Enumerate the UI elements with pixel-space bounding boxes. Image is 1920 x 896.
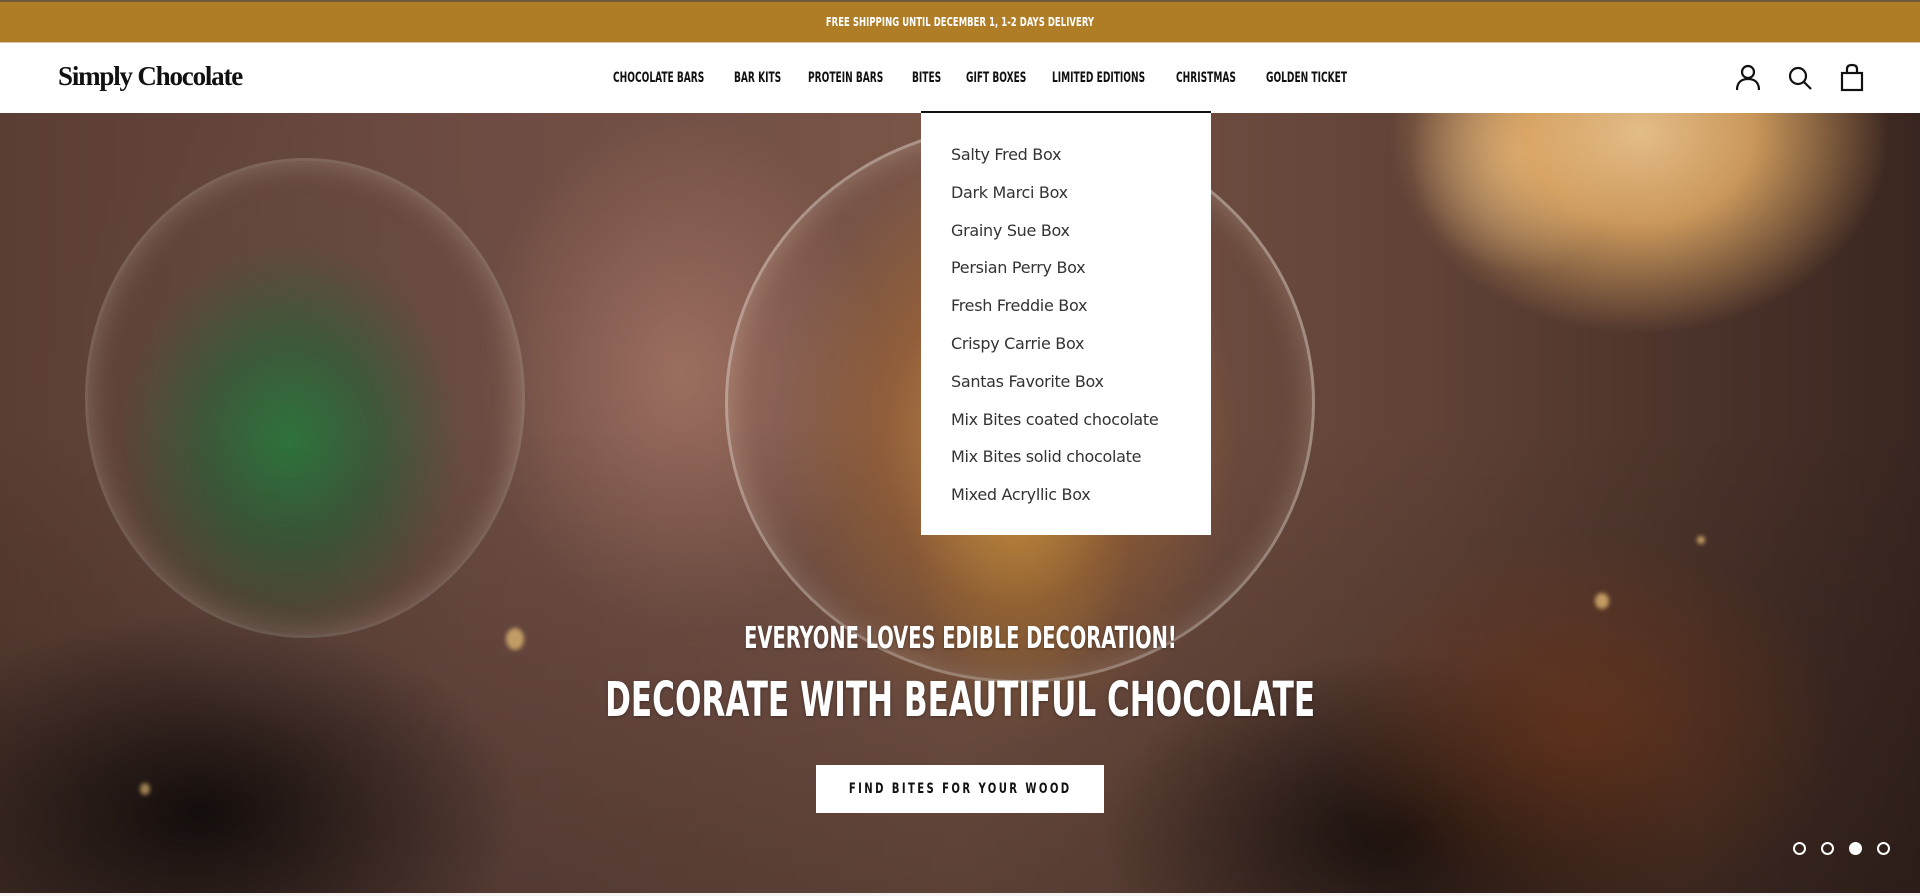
hero-title: DECORATE WITH BEAUTIFUL CHOCOLATE bbox=[0, 672, 1920, 728]
search-icon[interactable] bbox=[1784, 62, 1816, 94]
dropdown-item-santas-favorite-box[interactable]: Santas Favorite Box bbox=[951, 372, 1211, 410]
nav-label[interactable]: CHRISTMAS bbox=[1176, 70, 1236, 86]
dropdown-item-mixed-acryllic-box[interactable]: Mixed Acryllic Box bbox=[951, 485, 1211, 523]
nav-label[interactable]: LIMITED EDITIONS bbox=[1052, 70, 1145, 86]
dropdown-item-mix-bites-coated[interactable]: Mix Bites coated chocolate bbox=[951, 410, 1211, 448]
nav-label[interactable]: GIFT BOXES bbox=[966, 70, 1026, 86]
hero-subtitle: EVERYONE LOVES EDIBLE DECORATION! bbox=[743, 621, 1177, 656]
nav-item-gift-boxes[interactable]: GIFT BOXES bbox=[966, 70, 1052, 90]
nav-item-bar-kits[interactable]: BAR KITS bbox=[734, 70, 808, 90]
dropdown-item-persian-perry-box[interactable]: Persian Perry Box bbox=[951, 258, 1211, 296]
dropdown-item-salty-fred-box[interactable]: Salty Fred Box bbox=[951, 145, 1211, 183]
dropdown-item-fresh-freddie-box[interactable]: Fresh Freddie Box bbox=[951, 296, 1211, 334]
nav-item-limited-editions[interactable]: LIMITED EDITIONS bbox=[1052, 70, 1176, 90]
announcement-bar: FREE SHIPPING UNTIL DECEMBER 1, 1-2 DAYS… bbox=[0, 0, 1920, 42]
account-icon[interactable] bbox=[1732, 62, 1764, 94]
slide-dot-4[interactable] bbox=[1877, 842, 1890, 855]
nav-item-bites[interactable]: BITES bbox=[912, 70, 966, 90]
hero-title-text: DECORATE WITH BEAUTIFUL CHOCOLATE bbox=[604, 672, 1316, 728]
dropdown-item-dark-marci-box[interactable]: Dark Marci Box bbox=[951, 183, 1211, 221]
dropdown-item-crispy-carrie-box[interactable]: Crispy Carrie Box bbox=[951, 334, 1211, 372]
header-actions bbox=[1700, 43, 1920, 114]
hero-text: EVERYONE LOVES EDIBLE DECORATION! DECORA… bbox=[0, 621, 1920, 728]
site-header: Simply Chocolate CHOCOLATE BARS BAR KITS… bbox=[0, 42, 1920, 113]
nav-label[interactable]: PROTEIN BARS bbox=[808, 70, 883, 86]
nav-item-protein-bars[interactable]: PROTEIN BARS bbox=[808, 70, 912, 90]
cart-bag-icon[interactable] bbox=[1836, 62, 1868, 94]
nav-label[interactable]: CHOCOLATE BARS bbox=[613, 70, 704, 86]
nav-label[interactable]: GOLDEN TICKET bbox=[1266, 70, 1347, 86]
main-nav: CHOCOLATE BARS BAR KITS PROTEIN BARS BIT… bbox=[613, 70, 1352, 90]
slide-dot-1[interactable] bbox=[1793, 842, 1806, 855]
hero-cta-label: FIND BITES FOR YOUR WOOD bbox=[848, 781, 1072, 797]
hero-cta-button[interactable]: FIND BITES FOR YOUR WOOD bbox=[816, 765, 1104, 813]
bites-dropdown-menu: Salty Fred Box Dark Marci Box Grainy Sue… bbox=[921, 111, 1211, 535]
announcement-text: FREE SHIPPING UNTIL DECEMBER 1, 1-2 DAYS… bbox=[825, 15, 1095, 29]
nav-item-christmas[interactable]: CHRISTMAS bbox=[1176, 70, 1266, 90]
nav-label[interactable]: BITES bbox=[912, 70, 941, 86]
nav-item-golden-ticket[interactable]: GOLDEN TICKET bbox=[1266, 70, 1352, 90]
slide-dot-3[interactable] bbox=[1849, 842, 1862, 855]
logo[interactable]: Simply Chocolate bbox=[58, 61, 243, 92]
nav-item-chocolate-bars[interactable]: CHOCOLATE BARS bbox=[613, 70, 734, 90]
slide-pagination bbox=[1793, 842, 1890, 855]
dropdown-item-grainy-sue-box[interactable]: Grainy Sue Box bbox=[951, 221, 1211, 259]
nav-label[interactable]: BAR KITS bbox=[734, 70, 781, 86]
slide-dot-2[interactable] bbox=[1821, 842, 1834, 855]
dropdown-item-mix-bites-solid[interactable]: Mix Bites solid chocolate bbox=[951, 447, 1211, 485]
